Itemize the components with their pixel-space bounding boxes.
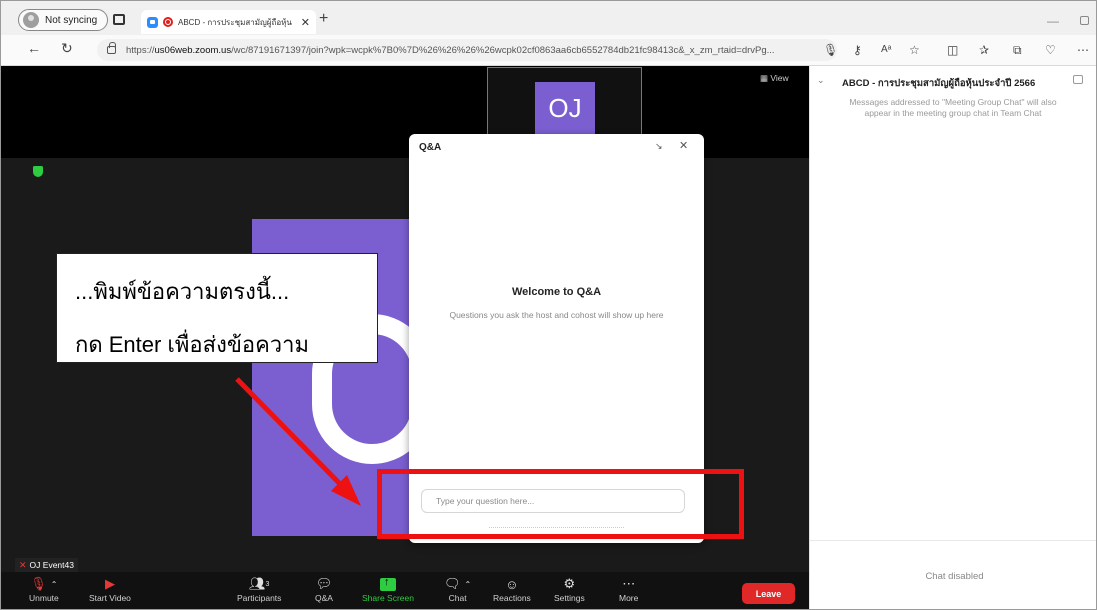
participant-name: OJ Event43 — [29, 560, 74, 570]
leave-button[interactable]: Leave — [742, 583, 795, 604]
share-screen-icon — [379, 576, 396, 591]
more-label: More — [619, 593, 639, 603]
security-shield-icon[interactable] — [33, 166, 43, 177]
browser-tab-bar: Not syncing ABCD - การประชุมสามัญผู้ถือห… — [1, 1, 1096, 35]
favorites-icon[interactable]: ✰ — [979, 43, 989, 57]
view-label: View — [770, 73, 789, 83]
reactions-label: Reactions — [493, 593, 531, 603]
key-icon[interactable]: ⚷ — [853, 43, 862, 57]
participants-label: Participants — [237, 593, 282, 603]
favorite-star-icon[interactable]: ☆ — [909, 43, 920, 57]
url-field[interactable]: https:// us06web.zoom.us /wc/87191671397… — [97, 39, 837, 61]
more-button[interactable]: ⋯ More — [619, 575, 638, 603]
qa-description: Questions you ask the host and cohost wi… — [449, 310, 664, 320]
meeting-toolbar: 🎙︎ ⌃ Unmute ▶︎ Start Video 👥︎ 3 Participan… — [1, 572, 809, 609]
audio-options-chevron-icon[interactable]: ⌃ — [51, 580, 58, 589]
reactions-button[interactable]: ☺︎ Reactions — [493, 575, 531, 604]
callout-line-1: ...พิมพ์ข้อความตรงนี้... — [75, 279, 290, 304]
unmute-button[interactable]: 🎙︎ ⌃ Unmute — [29, 575, 59, 603]
qa-button[interactable]: 💬︎ Q&A — [315, 575, 333, 603]
chat-info-note: Messages addressed to "Meeting Group Cha… — [849, 97, 1057, 118]
read-aloud-icon[interactable]: Aᵃ — [881, 43, 891, 57]
chat-title: ABCD - การประชุมสามัญผู้ถือหุ้นประจำปี 2… — [842, 78, 1036, 89]
share-screen-button[interactable]: Share Screen — [362, 575, 414, 604]
chat-label: Chat — [448, 593, 467, 603]
callout-line-2: กด Enter เพื่อส่งข้อความ — [75, 332, 309, 357]
reactions-icon: ☺︎ — [505, 576, 519, 592]
url-path: /wc/87191671397/join?wpk=wcpk%7B0%7D%26%… — [231, 44, 775, 56]
profile-label: Not syncing — [45, 14, 98, 26]
participant-name-tag: ✕ OJ Event43 — [15, 558, 78, 572]
refresh-icon[interactable]: ↻ — [61, 40, 73, 57]
chat-collapse-chevron-icon[interactable]: ⌄ — [817, 75, 825, 86]
view-button[interactable]: ▦ View — [760, 73, 789, 84]
thumbnail-avatar: OJ — [535, 82, 595, 134]
chat-options-chevron-icon[interactable]: ⌃ — [465, 580, 472, 589]
mic-muted-icon: 🎙︎ — [30, 576, 47, 591]
recording-icon — [163, 17, 173, 27]
video-off-icon: ▶︎ — [104, 576, 115, 591]
tab-actions-icon[interactable] — [113, 14, 125, 25]
split-screen-icon[interactable]: ◫ — [947, 43, 958, 57]
participants-button[interactable]: 👥︎ 3 Participants — [237, 575, 281, 603]
profile-avatar-icon — [23, 12, 39, 28]
zoom-favicon-icon — [147, 16, 158, 28]
window-minimize-icon[interactable]: — — [1047, 14, 1059, 28]
window-restore-icon[interactable] — [1080, 16, 1089, 25]
chat-button[interactable]: 🗨︎ ⌃ Chat — [444, 575, 471, 603]
browser-tab[interactable]: ABCD - การประชุมสามัญผู้ถือหุ้น ✕ — [141, 10, 316, 34]
chat-divider — [810, 540, 1096, 541]
url-host: us06web.zoom.us — [154, 44, 232, 56]
profile-button[interactable]: Not syncing — [18, 9, 109, 31]
unmute-label: Unmute — [29, 593, 59, 603]
lock-icon — [107, 42, 116, 54]
instruction-callout: ...พิมพ์ข้อความตรงนี้... กด Enter เพื่อส… — [56, 253, 378, 363]
more-menu-icon[interactable]: ⋯ — [1077, 43, 1089, 57]
chat-popout-icon[interactable] — [1073, 75, 1083, 84]
settings-label: Settings — [554, 593, 585, 603]
collections-icon[interactable]: ⧉ — [1013, 43, 1022, 57]
qa-minimize-icon[interactable]: ↘ — [655, 141, 663, 152]
chat-icon: 🗨︎ — [444, 576, 461, 591]
mic-permission-icon[interactable]: 🎙︎ — [823, 43, 838, 57]
share-screen-label: Share Screen — [362, 593, 414, 603]
participants-icon: 👥︎ — [249, 576, 266, 591]
qa-welcome-heading: Welcome to Q&A — [511, 286, 602, 298]
tab-close-icon[interactable]: ✕ — [301, 16, 310, 29]
url-prefix: https:// — [126, 44, 155, 56]
settings-gear-icon: ⚙︎ — [563, 576, 576, 591]
chat-panel: ⌄ ABCD - การประชุมสามัญผู้ถือหุ้นประจำปี… — [809, 66, 1096, 609]
chat-disabled-status: Chat disabled — [925, 571, 984, 582]
back-arrow-icon[interactable]: ← — [27, 40, 41, 56]
start-video-label: Start Video — [89, 593, 131, 603]
tab-title: ABCD - การประชุมสามัญผู้ถือหุ้น — [178, 17, 292, 27]
participants-count: 3 — [265, 580, 270, 588]
new-tab-button[interactable]: + — [319, 10, 328, 28]
start-video-button[interactable]: ▶︎ Start Video — [89, 575, 131, 603]
more-dots-icon: ⋯ — [622, 576, 636, 591]
settings-button[interactable]: ⚙︎ Settings — [554, 575, 585, 603]
browser-address-bar: ← ↻ https:// us06web.zoom.us /wc/8719167… — [1, 35, 1096, 66]
muted-mic-icon: ✕ — [19, 559, 27, 570]
screenshot-frame: Not syncing ABCD - การประชุมสามัญผู้ถือห… — [0, 0, 1097, 610]
qa-close-icon[interactable]: ✕ — [679, 139, 688, 152]
qa-icon: 💬︎ — [315, 576, 333, 591]
qa-label: Q&A — [315, 593, 333, 603]
qa-title: Q&A — [419, 142, 442, 153]
extensions-icon[interactable]: ♡ — [1045, 43, 1056, 57]
input-highlight-box — [377, 469, 744, 539]
